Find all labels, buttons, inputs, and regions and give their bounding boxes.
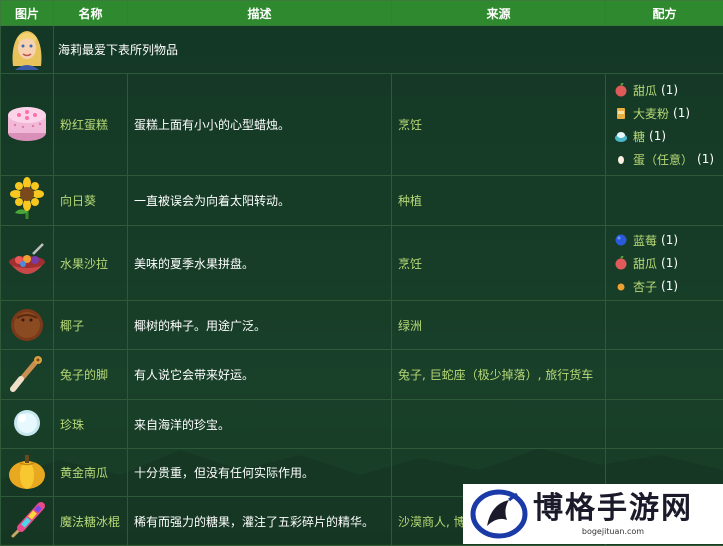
item-description: 稀有而强力的糖果，灌注了五彩碎片的精华。: [128, 497, 392, 546]
item-description: 有人说它会带来好运。: [128, 350, 392, 400]
item-image-cell: [1, 350, 54, 400]
item-description: 椰树的种子。用途广泛。: [128, 301, 392, 350]
rabbit-foot-icon: [7, 353, 47, 393]
blueberry-icon: [614, 233, 628, 247]
item-recipe: [606, 400, 723, 449]
ingredient-name[interactable]: 蓝莓: [633, 232, 657, 249]
recipe-ingredient: 糖 (1): [614, 125, 719, 148]
site-watermark: 博格手游网 bogejituan.com: [463, 484, 723, 544]
loved-gifts-table: 图片 名称 描述 来源 配方 海莉最爱下表所列物品: [0, 0, 723, 546]
table-row: 椰子 椰树的种子。用途广泛。 绿洲: [1, 301, 723, 350]
ingredient-name[interactable]: 大麦粉: [633, 105, 669, 122]
item-source[interactable]: 绿洲: [392, 301, 606, 350]
apricot-icon: [614, 279, 628, 293]
watermark-title: 博格手游网: [533, 492, 693, 526]
item-image-cell: [1, 74, 54, 176]
table-row: 向日葵 一直被误会为向着太阳转动。 种植: [1, 176, 723, 226]
ingredient-name[interactable]: 甜瓜: [633, 82, 657, 99]
item-recipe: [606, 176, 723, 226]
table-row: 兔子的脚 有人说它会带来好运。 兔子, 巨蛇座（极少掉落）, 旅行货车: [1, 350, 723, 400]
item-image-cell: [1, 176, 54, 226]
wheat-flour-icon: [614, 106, 628, 120]
item-description: 美味的夏季水果拼盘。: [128, 226, 392, 301]
recipe-ingredient: 大麦粉 (1): [614, 102, 719, 125]
item-image-cell: [1, 226, 54, 301]
item-recipe: 甜瓜 (1) 大麦粉 (1) 糖 (1) 蛋（任意） (1): [606, 74, 723, 176]
item-source[interactable]: 种植: [392, 176, 606, 226]
recipe-ingredient: 蓝莓 (1): [614, 229, 719, 252]
item-recipe: [606, 350, 723, 400]
pearl-icon: [7, 403, 47, 443]
magic-rock-candy-icon: [7, 500, 47, 540]
item-name[interactable]: 黄金南瓜: [54, 449, 128, 497]
recipe-ingredient: 甜瓜 (1): [614, 252, 719, 275]
ingredient-name[interactable]: 蛋（任意）: [633, 151, 693, 168]
header-source: 来源: [392, 1, 606, 26]
coconut-icon: [7, 304, 47, 344]
intro-row: 海莉最爱下表所列物品: [1, 26, 723, 74]
melon-icon: [614, 83, 628, 97]
item-source: [392, 400, 606, 449]
ingredient-name[interactable]: 糖: [633, 128, 645, 145]
item-source[interactable]: 兔子, 巨蛇座（极少掉落）, 旅行货车: [392, 350, 606, 400]
pink-cake-icon: [5, 101, 49, 145]
item-name[interactable]: 粉红蛋糕: [54, 74, 128, 176]
ingredient-qty: (1): [661, 279, 678, 293]
item-description: 来自海洋的珍宝。: [128, 400, 392, 449]
item-description: 蛋糕上面有小小的心型蜡烛。: [128, 74, 392, 176]
ingredient-name[interactable]: 甜瓜: [633, 255, 657, 272]
recipe-ingredient: 甜瓜 (1): [614, 79, 719, 102]
item-image-cell: [1, 301, 54, 350]
item-description: 一直被误会为向着太阳转动。: [128, 176, 392, 226]
egg-icon: [614, 152, 628, 166]
ingredient-qty: (1): [661, 233, 678, 247]
watermark-logo-icon: [469, 486, 529, 542]
melon-icon: [614, 256, 628, 270]
table-row: 粉红蛋糕 蛋糕上面有小小的心型蜡烛。 烹饪 甜瓜 (1) 大麦粉 (1) 糖 (…: [1, 74, 723, 176]
item-name[interactable]: 珍珠: [54, 400, 128, 449]
fruit-salad-icon: [5, 240, 49, 284]
item-source[interactable]: 烹饪: [392, 226, 606, 301]
item-name[interactable]: 椰子: [54, 301, 128, 350]
table-row: 水果沙拉 美味的夏季水果拼盘。 烹饪 蓝莓 (1) 甜瓜 (1) 杏子 (1): [1, 226, 723, 301]
recipe-ingredient: 杏子 (1): [614, 275, 719, 298]
item-recipe: [606, 301, 723, 350]
watermark-url: bogejituan.com: [533, 527, 693, 536]
item-name[interactable]: 水果沙拉: [54, 226, 128, 301]
haley-portrait-cell: [1, 26, 54, 74]
ingredient-qty: (1): [661, 83, 678, 97]
table-header-row: 图片 名称 描述 来源 配方: [1, 1, 723, 26]
ingredient-name[interactable]: 杏子: [633, 278, 657, 295]
header-image: 图片: [1, 1, 54, 26]
item-image-cell: [1, 497, 54, 546]
intro-text: 海莉最爱下表所列物品: [54, 26, 723, 74]
header-name: 名称: [54, 1, 128, 26]
header-recipe: 配方: [606, 1, 723, 26]
recipe-ingredient: 蛋（任意） (1): [614, 148, 719, 171]
item-source[interactable]: 烹饪: [392, 74, 606, 176]
ingredient-qty: (1): [673, 106, 690, 120]
item-name[interactable]: 兔子的脚: [54, 350, 128, 400]
ingredient-qty: (1): [661, 256, 678, 270]
item-image-cell: [1, 449, 54, 497]
item-name[interactable]: 向日葵: [54, 176, 128, 226]
sugar-icon: [614, 129, 628, 143]
item-recipe: 蓝莓 (1) 甜瓜 (1) 杏子 (1): [606, 226, 723, 301]
ingredient-qty: (1): [649, 129, 666, 143]
ingredient-qty: (1): [697, 152, 714, 166]
item-image-cell: [1, 400, 54, 449]
item-name[interactable]: 魔法糖冰棍: [54, 497, 128, 546]
haley-portrait-icon: [5, 26, 49, 70]
sunflower-icon: [7, 177, 47, 221]
golden-pumpkin-icon: [6, 450, 48, 492]
table-row: 珍珠 来自海洋的珍宝。: [1, 400, 723, 449]
header-description: 描述: [128, 1, 392, 26]
item-description: 十分贵重，但没有任何实际作用。: [128, 449, 392, 497]
